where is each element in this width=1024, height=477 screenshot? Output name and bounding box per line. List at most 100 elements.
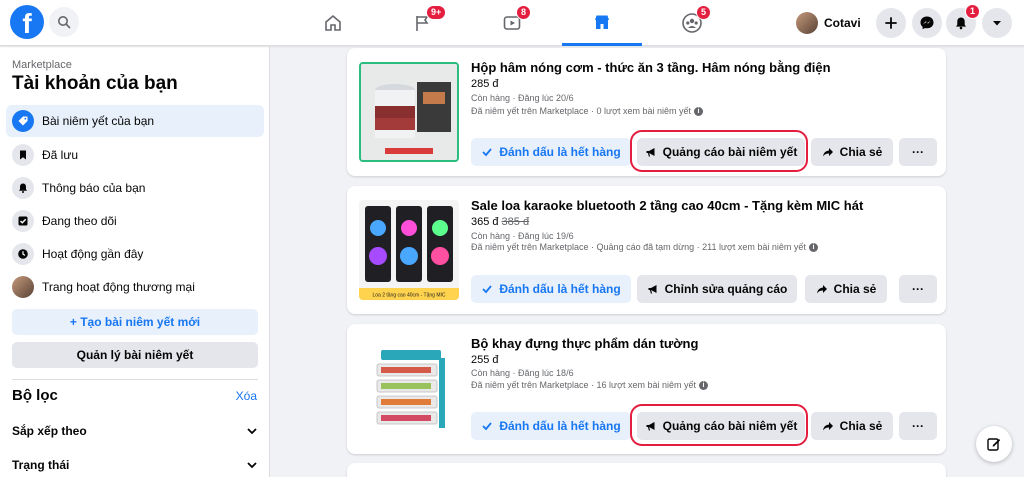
sidebar-item-notifications[interactable]: Thông báo của bạn: [6, 172, 264, 204]
status-dropdown[interactable]: Trạng thái: [12, 455, 258, 475]
clock-icon: [12, 243, 34, 265]
sidebar-item-following[interactable]: Đang theo dõi: [6, 205, 264, 237]
compose-icon: [987, 438, 1001, 451]
listing-actions: Đánh dấu là hết hàng Quảng cáo bài niêm …: [471, 138, 941, 166]
share-icon: [822, 422, 833, 431]
promote-listing-button[interactable]: Quảng cáo bài niêm yết: [637, 138, 805, 166]
listing-card[interactable]: Loa 2 tầng cao 40cm - Tặng MIC Sale loa …: [347, 186, 946, 314]
messenger-button[interactable]: [912, 8, 942, 38]
listing-stats: Đã niêm yết trên Marketplace · Quảng cáo…: [471, 242, 818, 252]
info-icon[interactable]: i: [699, 380, 709, 390]
tab-marketplace[interactable]: [562, 0, 642, 46]
sidebar-item-label: Đang theo dõi: [42, 214, 117, 228]
groups-badge: 5: [696, 5, 712, 20]
listing-thumbnail[interactable]: Loa 2 tầng cao 40cm - Tặng MIC: [359, 200, 459, 300]
avatar: [796, 12, 818, 34]
manage-listings-button[interactable]: Quản lý bài niêm yết: [12, 342, 258, 368]
chevron-down-icon: [247, 428, 257, 435]
bell-icon: [956, 17, 966, 30]
mark-as-sold-button[interactable]: Đánh dấu là hết hàng: [471, 138, 631, 166]
watch-badge: 8: [516, 5, 532, 20]
new-message-button[interactable]: [976, 426, 1012, 462]
sidebar-item-saved[interactable]: Đã lưu: [6, 139, 264, 171]
mark-as-sold-button[interactable]: Đánh dấu là hết hàng: [471, 275, 631, 303]
listing-price: 285 đ: [471, 78, 499, 90]
listing-actions: Đánh dấu là hết hàng Chỉnh sửa quảng cáo…: [471, 275, 941, 303]
edit-ad-button[interactable]: Chỉnh sửa quảng cáo: [637, 275, 797, 303]
sort-by-label: Sắp xếp theo: [12, 424, 87, 438]
listing-stats: Đã niêm yết trên Marketplace · 16 lượt x…: [471, 380, 709, 390]
create-button[interactable]: [876, 8, 906, 38]
tab-home[interactable]: [293, 0, 373, 46]
search-button[interactable]: [49, 7, 79, 37]
plus-icon: [885, 17, 897, 29]
listing-card[interactable]: Hộp hâm nóng cơm - thức ăn 3 tầng. Hâm n…: [347, 48, 946, 176]
listing-status: Còn hàng · Đăng lúc 19/6: [471, 231, 574, 241]
sidebar-title: Tài khoản của bạn: [12, 73, 178, 94]
listing-title[interactable]: Hộp hâm nóng cơm - thức ăn 3 tầng. Hâm n…: [471, 60, 831, 75]
more-options-button[interactable]: ···: [899, 138, 937, 166]
more-options-button[interactable]: ···: [899, 275, 937, 303]
listing-title[interactable]: Sale loa karaoke bluetooth 2 tầng cao 40…: [471, 198, 863, 213]
facebook-logo[interactable]: f: [10, 5, 44, 39]
create-listing-button[interactable]: + Tạo bài niêm yết mới: [12, 309, 258, 335]
sidebar-item-label: Trang hoạt động thương mại: [42, 280, 195, 294]
sidebar-item-label: Bài niêm yết của bạn: [42, 114, 155, 128]
check-icon: [482, 285, 493, 294]
promote-listing-button[interactable]: Quảng cáo bài niêm yết: [637, 412, 805, 440]
sort-by-dropdown[interactable]: Sắp xếp theo: [12, 421, 258, 441]
chevron-down-icon: [247, 462, 257, 469]
megaphone-icon: [648, 285, 657, 294]
sidebar-item-label: Hoạt động gần đây: [42, 247, 144, 261]
bell-icon: [12, 177, 34, 199]
pages-badge: 9+: [426, 5, 447, 20]
share-icon: [822, 148, 833, 157]
listing-card[interactable]: [347, 463, 946, 477]
filters-heading: Bộ lọc: [12, 387, 58, 404]
share-button[interactable]: Chia sẻ: [811, 138, 893, 166]
tab-watch[interactable]: 8: [472, 0, 552, 46]
listing-thumbnail[interactable]: [359, 62, 459, 162]
listing-card[interactable]: Bộ khay đựng thực phẩm dán tường 255 đ C…: [347, 324, 946, 454]
profile-chip[interactable]: Cotavi: [796, 9, 861, 37]
caret-down-icon: [993, 21, 1001, 26]
notifications-button[interactable]: 1: [946, 4, 980, 38]
info-icon[interactable]: i: [694, 106, 704, 116]
divider: [12, 379, 258, 380]
more-options-button[interactable]: ···: [899, 412, 937, 440]
account-menu-button[interactable]: [982, 8, 1012, 38]
listing-stats: Đã niêm yết trên Marketplace · 0 lượt xe…: [471, 106, 704, 116]
sidebar-item-label: Đã lưu: [42, 148, 79, 162]
share-button[interactable]: Chia sẻ: [805, 275, 887, 303]
home-icon: [325, 14, 341, 31]
tab-groups[interactable]: 5: [652, 0, 732, 46]
notifications-badge: 1: [964, 4, 980, 19]
listing-price: 365 đ 385 đ: [471, 216, 530, 228]
bookmark-icon: [12, 144, 34, 166]
listing-title[interactable]: Bộ khay đựng thực phẩm dán tường: [471, 336, 698, 351]
listing-price: 255 đ: [471, 354, 499, 366]
sidebar-eyebrow: Marketplace: [12, 59, 72, 71]
check-box-icon: [12, 210, 34, 232]
share-icon: [816, 285, 827, 294]
listing-actions: Đánh dấu là hết hàng Quảng cáo bài niêm …: [471, 412, 941, 440]
info-icon[interactable]: i: [808, 242, 818, 252]
check-icon: [482, 422, 493, 431]
megaphone-icon: [646, 148, 655, 157]
tab-pages[interactable]: 9+: [382, 0, 462, 46]
search-icon: [58, 16, 71, 29]
thumbnail-caption: Loa 2 tầng cao 40cm - Tặng MIC: [372, 293, 445, 299]
sidebar-item-commerce-profile[interactable]: Trang hoạt động thương mại: [6, 271, 264, 303]
clear-filters-link[interactable]: Xóa: [236, 389, 257, 403]
sidebar-item-label: Thông báo của bạn: [42, 181, 146, 195]
top-navigation-bar: f 9+ 8 5 Cotavi 1: [0, 0, 1024, 46]
listing-status: Còn hàng · Đăng lúc 18/6: [471, 368, 574, 378]
share-button[interactable]: Chia sẻ: [811, 412, 893, 440]
mark-as-sold-button[interactable]: Đánh dấu là hết hàng: [471, 412, 631, 440]
sidebar-item-your-listings[interactable]: Bài niêm yết của bạn: [6, 105, 264, 137]
listing-status: Còn hàng · Đăng lúc 20/6: [471, 93, 574, 103]
sidebar-item-recent-activity[interactable]: Hoạt động gần đây: [6, 238, 264, 270]
listing-thumbnail[interactable]: [359, 338, 459, 438]
store-icon: [595, 15, 609, 29]
check-icon: [482, 148, 493, 157]
